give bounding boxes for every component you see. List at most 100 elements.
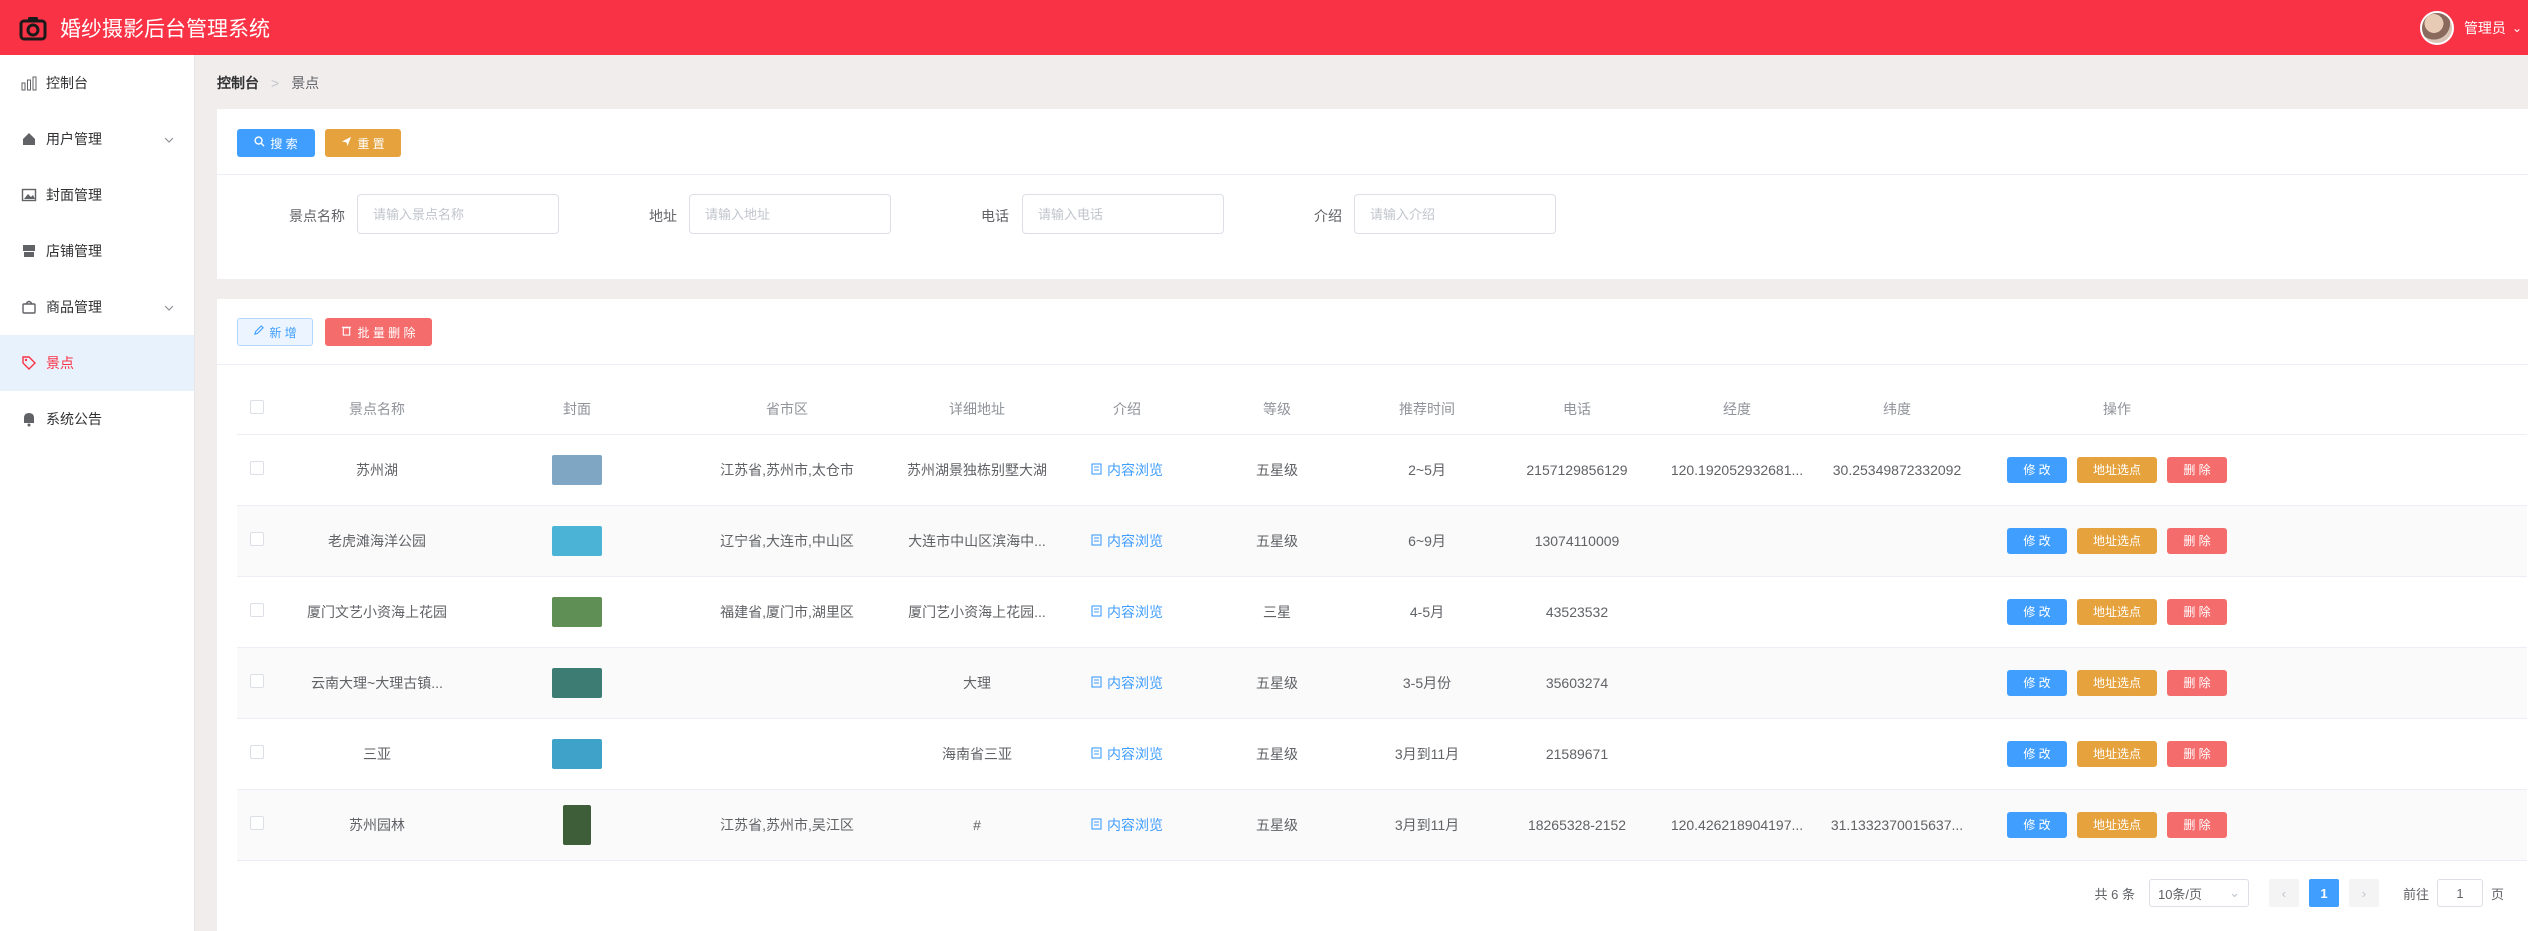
user-menu[interactable]: 管理员 ⌄ (2419, 0, 2528, 55)
table-row: 厦门文艺小资海上花园 福建省,厦门市,湖里区 厦门艺小资海上花园... 内容浏览 三星 4… (237, 576, 2527, 648)
column-header: 省市区 (677, 384, 897, 435)
column-header: 经度 (1657, 384, 1817, 435)
sidebar-item[interactable]: 商品管理 (0, 279, 194, 335)
locate-button[interactable]: 地址选点 (2077, 669, 2157, 696)
cell-time: 2~5月 (1357, 434, 1497, 506)
column-header: 等级 (1197, 384, 1357, 435)
select-all-checkbox[interactable] (250, 400, 264, 415)
locate-button[interactable]: 地址选点 (2077, 527, 2157, 554)
chevron-down-icon[interactable]: ⌄ (2512, 21, 2522, 35)
image-icon (20, 186, 38, 204)
chevron-right-icon: › (2361, 885, 2367, 901)
cell-cover (477, 576, 677, 648)
intro-view-link[interactable]: 内容浏览 (1091, 815, 1163, 835)
sidebar-item[interactable]: 店铺管理 (0, 223, 194, 279)
goto-suffix: 页 (2490, 886, 2504, 902)
cell-spacer (2257, 576, 2527, 648)
locate-button[interactable]: 地址选点 (2077, 740, 2157, 767)
divider (217, 364, 2528, 365)
search-icon (254, 136, 265, 150)
row-checkbox[interactable] (250, 816, 264, 830)
cell-longitude (1657, 647, 1817, 719)
cover-thumbnail[interactable] (552, 667, 602, 698)
document-icon (1091, 746, 1102, 762)
reset-button[interactable]: 重 置 (325, 129, 401, 157)
edit-button[interactable]: 修 改 (2007, 598, 2067, 625)
row-checkbox[interactable] (250, 532, 264, 546)
page-size-select[interactable]: 10条/页 ⌄ (2148, 879, 2249, 907)
breadcrumb: 控制台 > 景点 (217, 73, 319, 93)
page-number-current[interactable]: 1 (2308, 879, 2339, 907)
goto-page-input[interactable]: 1 (2436, 879, 2483, 907)
avatar[interactable] (2419, 10, 2454, 45)
cover-thumbnail[interactable] (552, 596, 602, 627)
user-name[interactable]: 管理员 (2464, 18, 2506, 38)
locate-button[interactable]: 地址选点 (2077, 456, 2157, 483)
cell-spacer (2257, 505, 2527, 577)
document-icon (1091, 604, 1102, 620)
locate-button[interactable]: 地址选点 (2077, 598, 2157, 625)
cell-longitude (1657, 576, 1817, 648)
intro-input[interactable] (1354, 194, 1556, 234)
sidebar-item[interactable]: 封面管理 (0, 167, 194, 223)
sidebar-item[interactable]: 景点 (0, 335, 194, 391)
add-button[interactable]: 新 增 (237, 318, 313, 346)
search-panel: 搜 索 重 置 景点名称 地址 电话 介绍 (217, 109, 2528, 279)
cell-name: 苏州园林 (277, 789, 477, 861)
intro-view-link[interactable]: 内容浏览 (1091, 460, 1163, 480)
scenic-name-input[interactable] (357, 194, 559, 234)
row-checkbox[interactable] (250, 674, 264, 688)
cell-level: 五星级 (1197, 434, 1357, 506)
next-page-button[interactable]: › (2348, 879, 2379, 907)
camera-icon (16, 11, 50, 45)
row-checkbox-cell (237, 505, 277, 577)
edit-button[interactable]: 修 改 (2007, 669, 2067, 696)
column-header: 介绍 (1057, 384, 1197, 435)
edit-button[interactable]: 修 改 (2007, 811, 2067, 838)
prev-page-button[interactable]: ‹ (2268, 879, 2299, 907)
cover-thumbnail[interactable] (563, 804, 591, 845)
cover-thumbnail[interactable] (552, 738, 602, 769)
intro-view-link[interactable]: 内容浏览 (1091, 531, 1163, 551)
dashboard-icon (20, 74, 38, 92)
cell-name: 三亚 (277, 718, 477, 790)
search-button[interactable]: 搜 索 (237, 129, 315, 157)
cover-thumbnail[interactable] (552, 525, 602, 556)
row-checkbox[interactable] (250, 745, 264, 759)
sidebar-item[interactable]: 系统公告 (0, 391, 194, 447)
intro-view-link[interactable]: 内容浏览 (1091, 744, 1163, 764)
trash-icon (341, 325, 352, 339)
cell-time: 4-5月 (1357, 576, 1497, 648)
delete-button[interactable]: 删 除 (2167, 598, 2227, 625)
intro-view-link[interactable]: 内容浏览 (1091, 673, 1163, 693)
chevron-down-icon (164, 300, 174, 316)
intro-view-link[interactable]: 内容浏览 (1091, 602, 1163, 622)
cell-address: 大理 (897, 647, 1057, 719)
edit-button[interactable]: 修 改 (2007, 740, 2067, 767)
delete-button[interactable]: 删 除 (2167, 669, 2227, 696)
edit-button[interactable]: 修 改 (2007, 527, 2067, 554)
intro-link-label: 内容浏览 (1107, 603, 1163, 620)
sidebar-item[interactable]: 用户管理 (0, 111, 194, 167)
breadcrumb-home[interactable]: 控制台 (217, 73, 259, 93)
delete-button[interactable]: 删 除 (2167, 811, 2227, 838)
edit-button[interactable]: 修 改 (2007, 456, 2067, 483)
phone-input[interactable] (1022, 194, 1224, 234)
delete-button[interactable]: 删 除 (2167, 527, 2227, 554)
column-header: 景点名称 (277, 384, 477, 435)
delete-button[interactable]: 删 除 (2167, 740, 2227, 767)
intro-link-label: 内容浏览 (1107, 745, 1163, 762)
locate-button[interactable]: 地址选点 (2077, 811, 2157, 838)
address-input[interactable] (689, 194, 891, 234)
app-title: 婚纱摄影后台管理系统 (60, 17, 270, 41)
cell-phone: 18265328-2152 (1497, 789, 1657, 861)
delete-button[interactable]: 删 除 (2167, 456, 2227, 483)
batch-delete-button[interactable]: 批 量 删 除 (325, 318, 432, 346)
cover-thumbnail[interactable] (552, 454, 602, 485)
goto-page-value: 1 (2456, 885, 2464, 901)
row-checkbox[interactable] (250, 461, 264, 475)
document-icon (1091, 817, 1102, 833)
cell-time: 3月到11月 (1357, 789, 1497, 861)
sidebar-item[interactable]: 控制台 (0, 55, 194, 111)
row-checkbox[interactable] (250, 603, 264, 617)
